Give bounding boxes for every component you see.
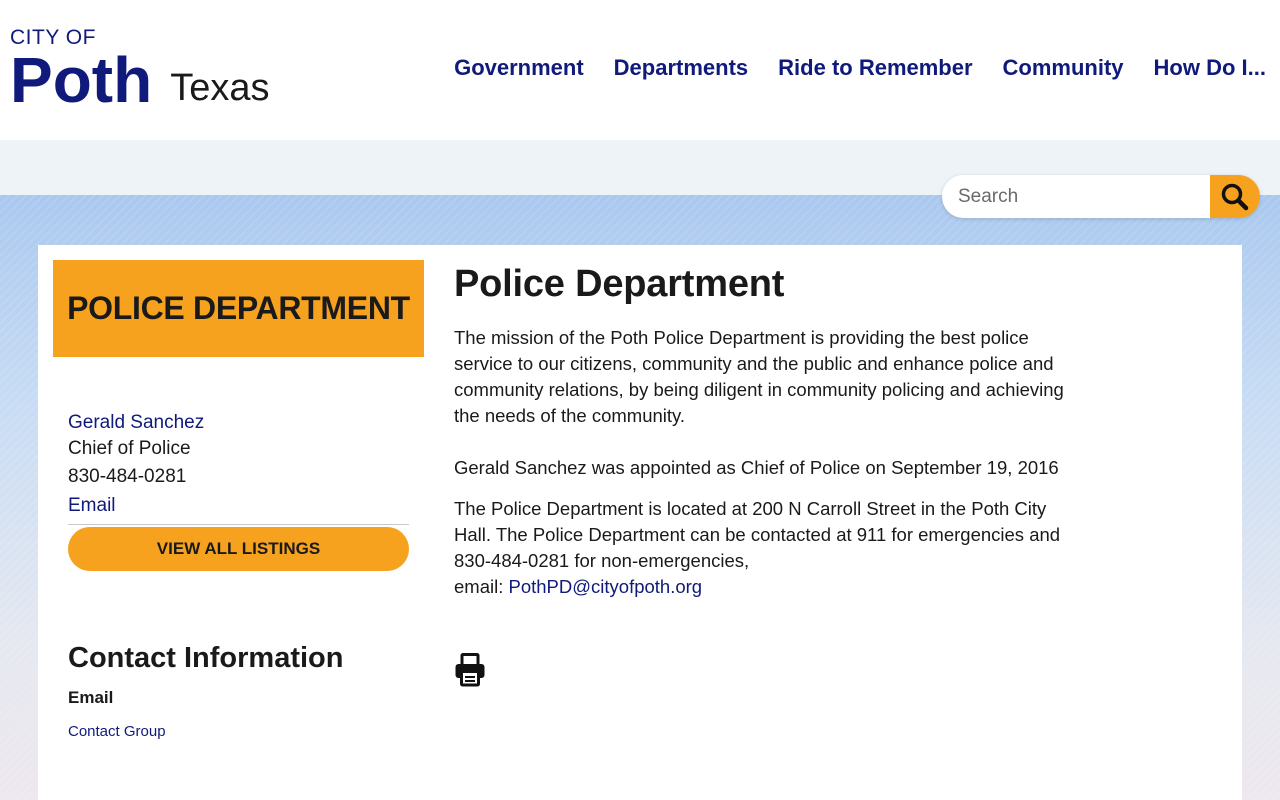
nav-departments[interactable]: Departments <box>614 55 748 81</box>
department-email-link[interactable]: PothPD@cityofpoth.org <box>509 576 703 597</box>
search-button[interactable] <box>1210 175 1260 218</box>
print-icon <box>455 653 485 687</box>
divider <box>68 524 409 525</box>
view-all-listings-button[interactable]: VIEW ALL LISTINGS <box>68 527 409 571</box>
staff-name-link[interactable]: Gerald Sanchez <box>68 410 409 436</box>
appointment-paragraph: Gerald Sanchez was appointed as Chief of… <box>454 457 1059 478</box>
mission-paragraph: The mission of the Poth Police Departmen… <box>454 327 1064 426</box>
site-logo[interactable]: CITY OF Poth Texas <box>10 26 270 116</box>
contact-group-link[interactable]: Contact Group <box>68 723 166 740</box>
nav-how-do-i[interactable]: How Do I... <box>1154 55 1266 81</box>
main-content: Police Department The mission of the Pot… <box>454 260 1074 600</box>
logo-state: Texas <box>170 67 270 109</box>
nav-ride-to-remember[interactable]: Ride to Remember <box>778 55 972 81</box>
location-text: The Police Department is located at 200 … <box>454 498 1061 571</box>
email-prefix: email: <box>454 576 509 597</box>
content-panel: POLICE DEPARTMENT Gerald Sanchez Chief o… <box>38 245 1242 800</box>
department-banner: POLICE DEPARTMENT <box>53 260 424 357</box>
staff-phone: 830-484-0281 <box>68 466 187 487</box>
main-nav: Government Departments Ride to Remember … <box>454 55 1266 81</box>
contact-info-email-label: Email <box>68 688 114 707</box>
site-header: CITY OF Poth Texas Government Departments… <box>0 0 1280 140</box>
staff-title: Chief of Police <box>68 438 191 459</box>
search-box <box>942 175 1260 218</box>
department-banner-title: POLICE DEPARTMENT <box>67 290 410 326</box>
location-paragraph: The Police Department is located at 200 … <box>454 496 1074 600</box>
nav-community[interactable]: Community <box>1003 55 1124 81</box>
staff-email-link[interactable]: Email <box>68 492 409 520</box>
search-input[interactable] <box>942 175 1210 218</box>
print-button[interactable] <box>454 653 486 687</box>
search-icon <box>1221 183 1249 210</box>
page-title: Police Department <box>454 263 785 305</box>
logo-city-name: Poth <box>10 44 153 116</box>
nav-government[interactable]: Government <box>454 55 584 81</box>
contact-info-heading: Contact Information <box>68 642 344 674</box>
staff-contact-card: Gerald Sanchez Chief of Police 830-484-0… <box>68 410 409 525</box>
